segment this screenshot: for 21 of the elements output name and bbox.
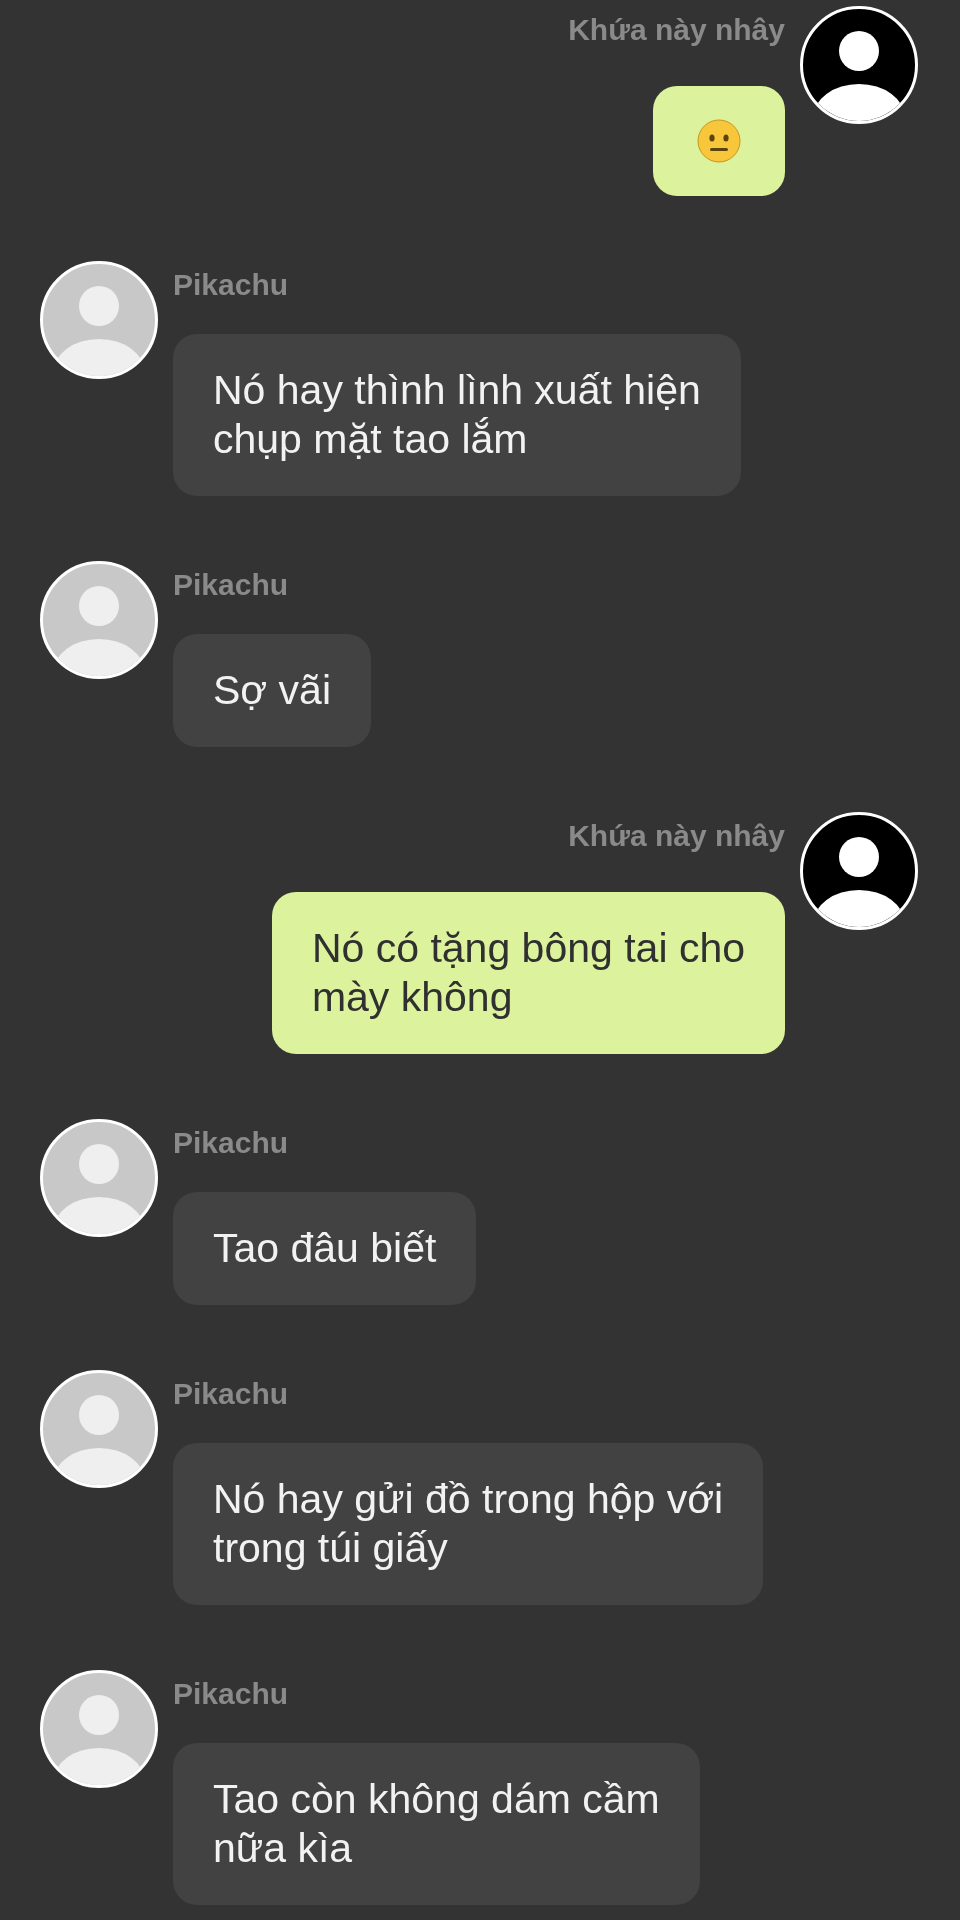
message-bubble: Tao còn không dám cầm nữa kìa	[173, 1743, 700, 1905]
avatar-icon	[800, 6, 918, 124]
sender-name: Pikachu	[173, 268, 289, 302]
neutral-face-icon	[697, 119, 741, 163]
sender-name: Pikachu	[173, 1677, 289, 1711]
message-bubble: Nó có tặng bông tai cho mày không	[271, 892, 785, 1054]
avatar-icon	[40, 1119, 158, 1237]
avatar-icon	[40, 1370, 158, 1488]
avatar-icon	[40, 261, 158, 379]
sender-name: Pikachu	[173, 1126, 289, 1160]
message-bubble: Nó hay thình lình xuất hiện chụp mặt tao lắm	[173, 334, 741, 496]
sender-name: Khứa này nhây	[568, 819, 785, 853]
message-bubble: Sợ vãi	[173, 634, 372, 747]
avatar-icon	[800, 812, 918, 930]
avatar-icon	[40, 1670, 158, 1788]
message-bubble: Tao đâu biết	[173, 1192, 477, 1305]
sender-name: Pikachu	[173, 568, 289, 602]
message-bubble: Nó hay gửi đồ trong hộp với trong túi giấy	[173, 1443, 764, 1605]
sender-name: Khứa này nhây	[568, 13, 785, 47]
avatar-icon	[40, 561, 158, 679]
sender-name: Pikachu	[173, 1377, 289, 1411]
